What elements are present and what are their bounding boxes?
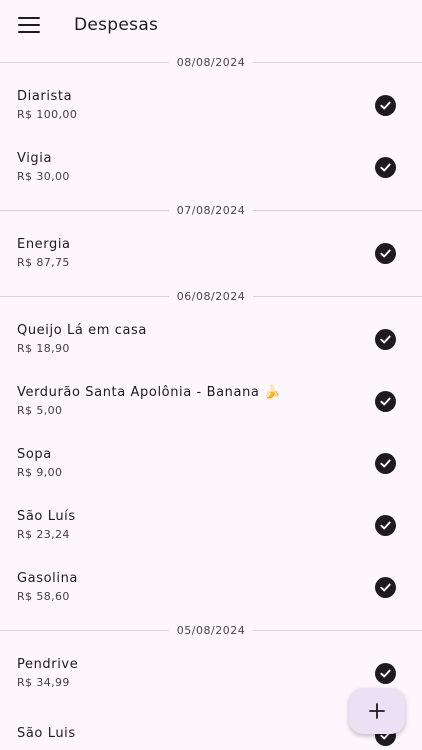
expense-item[interactable]: Energia R$ 87,75: [0, 222, 422, 284]
expense-name: Energia: [17, 237, 71, 252]
date-divider: 08/08/2024: [0, 50, 422, 74]
expense-text: Energia R$ 87,75: [17, 237, 71, 269]
date-divider: 05/08/2024: [0, 618, 422, 642]
expense-name: Pendrive: [17, 657, 79, 672]
expense-price: R$ 5,00: [17, 404, 63, 417]
expense-text: Gasolina R$ 58,60: [17, 571, 78, 603]
expense-item[interactable]: Diarista R$ 100,00: [0, 74, 422, 136]
expense-name: São Luís: [17, 509, 76, 524]
check-icon[interactable]: [375, 514, 396, 536]
check-icon[interactable]: [375, 452, 396, 474]
expense-price: R$ 34,99: [17, 676, 70, 689]
expense-name: São Luis: [17, 725, 76, 741]
expense-price: R$ 9,00: [17, 466, 63, 479]
page-title: Despesas: [74, 15, 159, 35]
expense-text: São Luis: [17, 726, 76, 745]
expense-price: R$ 87,75: [17, 256, 70, 269]
expense-item[interactable]: Queijo Lá em casa R$ 18,90: [0, 308, 422, 370]
check-icon[interactable]: [375, 328, 396, 350]
expense-text: Queijo Lá em casa R$ 18,90: [17, 323, 147, 355]
expense-text: Diarista R$ 100,00: [17, 89, 77, 121]
date-divider: 06/08/2024: [0, 284, 422, 308]
expense-list[interactable]: 08/08/2024 Diarista R$ 100,00 Vigia R$ 30,00…: [0, 50, 422, 750]
app-bar: Despesas: [0, 0, 422, 50]
date-label: 08/08/2024: [168, 55, 254, 69]
check-icon[interactable]: [375, 156, 396, 178]
expense-price: R$ 100,00: [17, 108, 78, 121]
expense-name: Sopa: [17, 447, 52, 462]
check-icon[interactable]: [375, 390, 396, 412]
date-label: 06/08/2024: [168, 289, 254, 303]
add-expense-button[interactable]: [349, 688, 405, 734]
expense-text: Verdurão Santa Apolônia - Banana 🍌 R$ 5,0…: [17, 385, 281, 417]
expense-name: Vigia: [17, 151, 53, 166]
date-label: 05/08/2024: [168, 623, 254, 637]
expense-name: Queijo Lá em casa: [17, 323, 147, 338]
expense-text: São Luís R$ 23,24: [17, 509, 76, 541]
date-divider: 07/08/2024: [0, 198, 422, 222]
app: Despesas 08/08/2024 Diarista R$ 100,00 Vigi…: [0, 0, 422, 750]
expense-name: Gasolina: [17, 571, 78, 586]
expense-text: Pendrive R$ 34,99: [17, 657, 78, 689]
expense-price: R$ 18,90: [17, 342, 70, 355]
plus-icon: [369, 703, 385, 719]
check-icon[interactable]: [375, 94, 396, 116]
expense-name: Verdurão Santa Apolônia - Banana 🍌: [17, 385, 281, 400]
expense-price: R$ 58,60: [17, 590, 70, 603]
date-label: 07/08/2024: [168, 203, 254, 217]
expense-item[interactable]: Gasolina R$ 58,60: [0, 556, 422, 618]
check-icon[interactable]: [375, 242, 396, 264]
expense-item[interactable]: Vigia R$ 30,00: [0, 136, 422, 198]
expense-item[interactable]: Verdurão Santa Apolônia - Banana 🍌 R$ 5,0…: [0, 370, 422, 432]
expense-item[interactable]: São Luís R$ 23,24: [0, 494, 422, 556]
expense-price: R$ 30,00: [17, 170, 70, 183]
check-icon[interactable]: [375, 576, 396, 598]
expense-item[interactable]: Sopa R$ 9,00: [0, 432, 422, 494]
check-icon[interactable]: [375, 662, 396, 684]
menu-icon[interactable]: [18, 17, 40, 33]
expense-price: R$ 23,24: [17, 528, 70, 541]
expense-text: Sopa R$ 9,00: [17, 447, 62, 479]
expense-name: Diarista: [17, 89, 73, 104]
expense-text: Vigia R$ 30,00: [17, 151, 70, 183]
